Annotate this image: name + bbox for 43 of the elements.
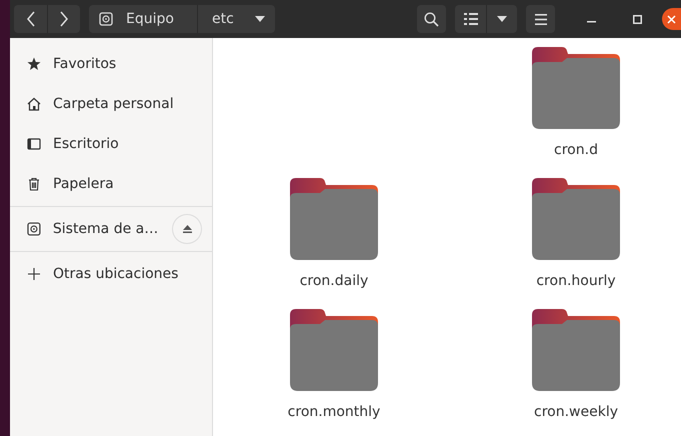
- view-options-button[interactable]: [486, 5, 517, 33]
- menu-icon: [534, 14, 546, 24]
- menu-button[interactable]: [526, 5, 555, 33]
- sidebar-item[interactable]: Otras ubicaciones: [10, 254, 212, 294]
- sidebar-item[interactable]: Sistema de a…: [10, 209, 212, 249]
- file-name: cron.daily: [300, 273, 368, 289]
- path-button[interactable]: etc: [197, 5, 275, 33]
- search-button[interactable]: [417, 5, 446, 33]
- list-icon: [464, 12, 478, 26]
- forward-icon: [59, 11, 69, 27]
- search-icon: [424, 12, 439, 26]
- eject-icon: [182, 225, 192, 233]
- trash-icon: [27, 177, 41, 191]
- maximize-icon: [632, 14, 642, 24]
- file-name: cron.hourly: [536, 273, 616, 289]
- back-icon: [26, 11, 36, 27]
- back-button[interactable]: [14, 5, 47, 33]
- minimize-icon: [586, 21, 596, 23]
- forward-button[interactable]: [47, 5, 80, 33]
- star-icon: [27, 57, 41, 71]
- desktop-icon: [27, 137, 41, 151]
- view-list-button[interactable]: [455, 5, 486, 33]
- sidebar-item[interactable]: Carpeta personal: [10, 84, 212, 124]
- eject-button[interactable]: [172, 214, 202, 244]
- dropdown-icon: [255, 16, 265, 22]
- file-name: cron.weekly: [534, 404, 618, 420]
- sidebar-item[interactable]: Escritorio: [10, 124, 212, 164]
- folder-icon: [290, 178, 378, 260]
- sidebar-item[interactable]: Papelera: [10, 164, 212, 204]
- path-button[interactable]: Equipo: [89, 5, 197, 33]
- plus-icon: [27, 267, 41, 281]
- close-icon: [667, 14, 676, 24]
- folder-icon: [532, 47, 620, 129]
- folder-icon: [532, 178, 620, 260]
- close-button[interactable]: [662, 8, 681, 30]
- home-icon: [27, 97, 41, 111]
- folder-icon: [290, 309, 378, 391]
- dropdown-icon: [497, 16, 507, 22]
- sidebar-item[interactable]: Favoritos: [10, 44, 212, 84]
- file-name: cron.monthly: [288, 404, 380, 420]
- file-name: cron.d: [554, 142, 598, 158]
- folder-icon: [532, 309, 620, 391]
- disk-icon: [99, 12, 113, 26]
